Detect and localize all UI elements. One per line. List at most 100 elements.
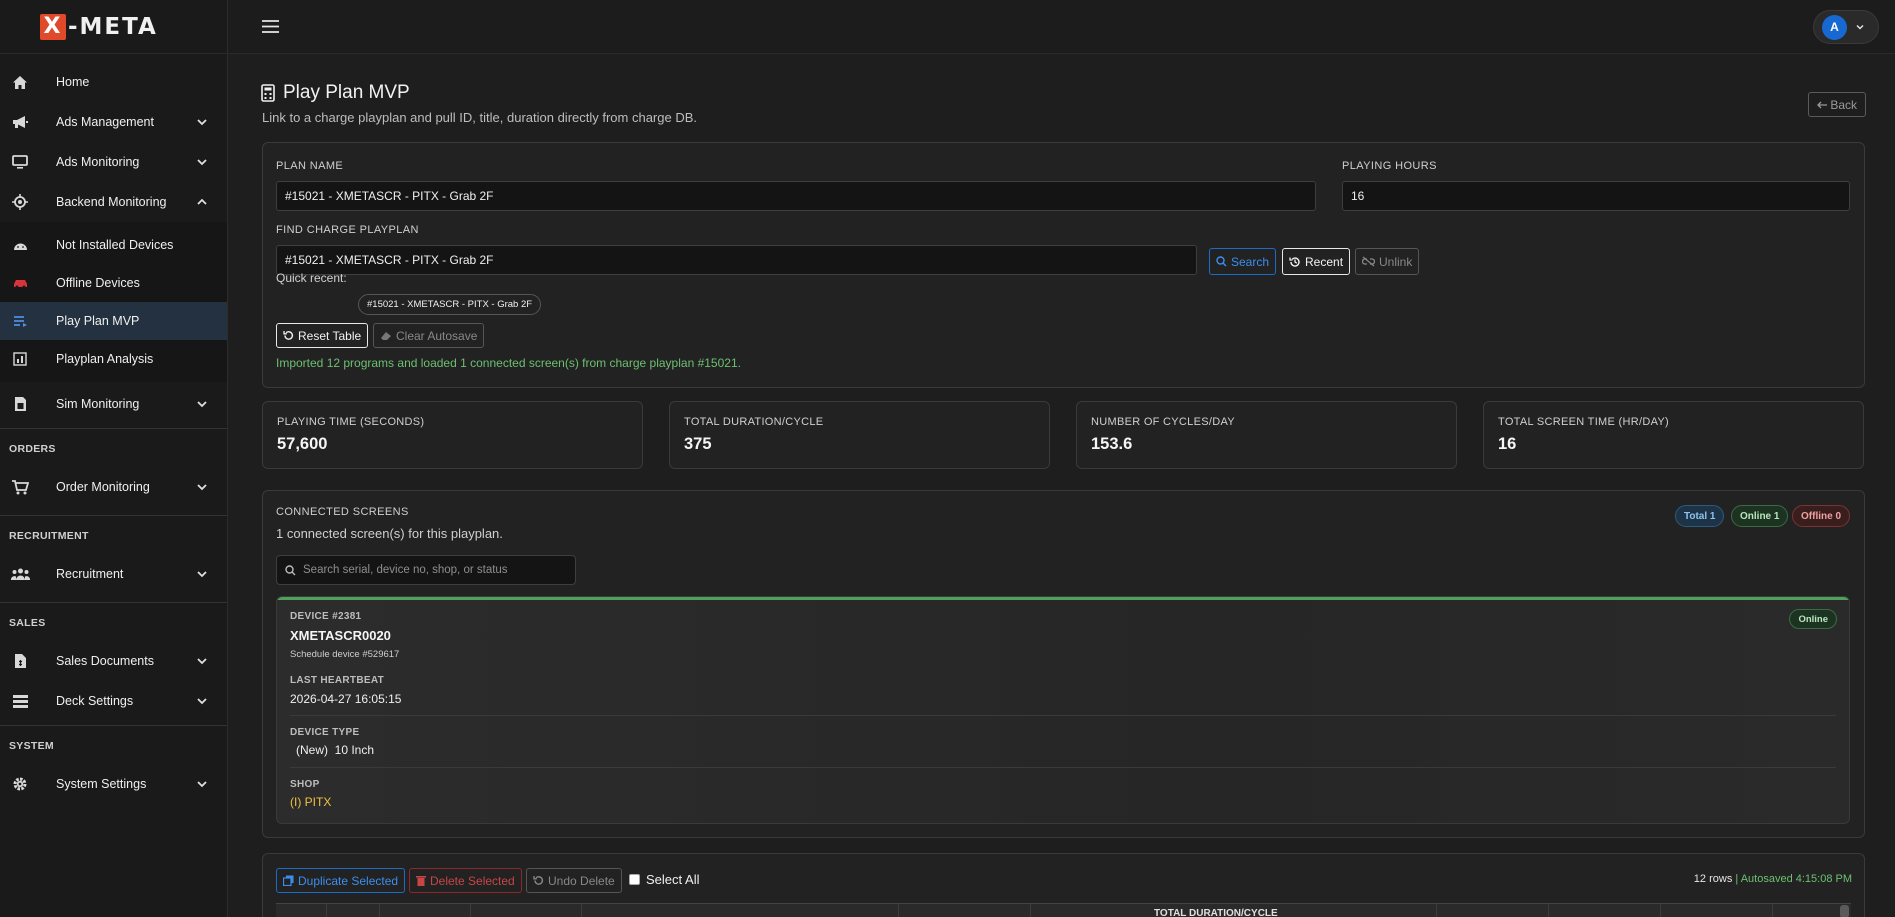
delete-selected-button[interactable]: Delete Selected [409,868,522,893]
sidebar-item-sim-monitoring[interactable]: Sim Monitoring [0,384,227,424]
sidebar-item-ads-management[interactable]: Ads Management [0,102,227,142]
chevron-down-icon [197,571,207,578]
avatar: A [1822,14,1847,40]
delete-label: Delete Selected [430,873,515,888]
back-label: Back [1830,97,1857,112]
duplicate-label: Duplicate Selected [298,873,399,888]
device-type-label: DEVICE TYPE [290,727,360,738]
trash-icon [416,876,426,886]
search-icon [285,564,296,575]
sidebar-item-label: Deck Settings [56,694,134,708]
column-divider [1548,904,1549,917]
backend-submenu: Not Installed Devices Offline Devices Pl… [0,222,227,382]
reset-table-button[interactable]: Reset Table [276,323,369,348]
import-success-message: Imported 12 programs and loaded 1 connec… [276,356,741,370]
screens-search-input[interactable]: Search serial, device no, shop, or statu… [276,555,576,585]
find-playplan-input[interactable]: #15021 - XMETASCR - PITX - Grab 2F [276,245,1197,275]
chevron-down-icon [197,401,207,408]
unlink-label: Unlink [1379,254,1413,269]
sidebar-item-backend-monitoring[interactable]: Backend Monitoring [0,182,227,222]
clear-autosave-button[interactable]: Clear Autosave [373,323,485,348]
section-head-orders: ORDERS [9,443,56,455]
search-label: Search [1231,254,1270,269]
reset-icon [283,331,294,340]
column-divider [326,904,327,917]
divider [290,767,1836,768]
sidebar-item-not-installed-devices[interactable]: Not Installed Devices [0,226,227,264]
sidebar-item-playplan-analysis[interactable]: Playplan Analysis [0,340,227,378]
heartbeat-value: 2026-04-27 16:05:15 [290,692,402,706]
clear-autosave-label: Clear Autosave [396,328,478,343]
user-menu[interactable]: A [1813,10,1879,44]
column-divider [470,904,471,917]
sidebar-item-order-monitoring[interactable]: Order Monitoring [0,467,227,507]
logo-text: -META [68,13,158,40]
stat-title: PLAYING TIME (SECONDS) [277,416,425,428]
sidebar-item-play-plan-mvp[interactable]: Play Plan MVP [0,302,227,340]
search-icon [1216,256,1227,267]
calculator-icon [261,84,275,102]
history-icon [1289,256,1300,267]
sidebar-item-offline-devices[interactable]: Offline Devices [0,264,227,302]
plan-form-card: PLAN NAME #15021 - XMETASCR - PITX - Gra… [262,142,1865,388]
sidebar-item-label: Backend Monitoring [56,195,167,209]
column-divider [1436,904,1437,917]
stat-playing-time: PLAYING TIME (SECONDS) 57,600 [262,401,643,469]
page-subtitle: Link to a charge playplan and pull ID, t… [262,110,698,125]
stat-total-screen-time: TOTAL SCREEN TIME (HR/DAY) 16 [1483,401,1864,469]
program-table-header: TOTAL DURATION/CYCLE [276,903,1851,917]
divider [290,715,1836,716]
quick-recent-label: Quick recent: [276,271,347,285]
quick-recent-chip[interactable]: #15021 - XMETASCR - PITX - Grab 2F [358,294,542,315]
logo-mark: X [40,13,66,40]
sidebar-item-label: System Settings [56,777,147,791]
page-title: Play Plan MVP [261,82,410,104]
sidebar-item-home[interactable]: Home [0,62,227,102]
home-icon [10,72,30,92]
table-status: 12 rows | Autosaved 4:15:08 PM [1694,873,1852,885]
chevron-down-icon [197,658,207,665]
chevron-down-icon [197,484,207,491]
column-header-total-duration[interactable]: TOTAL DURATION/CYCLE [1154,908,1278,917]
stat-title: NUMBER OF CYCLES/DAY [1091,416,1235,428]
device-card[interactable]: DEVICE #2381 XMETASCR0020 Schedule devic… [276,596,1850,824]
select-all-label: Select All [646,872,700,887]
heartbeat-label: LAST HEARTBEAT [290,675,385,686]
device-status-bar [277,597,1849,600]
stat-title: TOTAL SCREEN TIME (HR/DAY) [1498,416,1669,428]
table-scrollbar[interactable] [1840,905,1849,917]
sidebar-item-ads-monitoring[interactable]: Ads Monitoring [0,142,227,182]
sidebar: X -META Home Ads Management Ads Monitori… [0,0,228,917]
status-separator: | [1735,873,1739,885]
brand-logo[interactable]: X -META [40,13,158,40]
chevron-down-icon [1856,24,1864,30]
hamburger-menu-icon[interactable] [262,20,279,33]
chevron-down-icon [197,781,207,788]
recent-label: Recent [1305,254,1344,269]
sidebar-item-label: Order Monitoring [56,480,150,494]
device-schedule: Schedule device #529617 [290,649,400,660]
section-head-sales: SALES [9,617,46,629]
recent-button[interactable]: Recent [1282,248,1351,275]
duplicate-selected-button[interactable]: Duplicate Selected [276,868,406,893]
chevron-down-icon [197,698,207,705]
sidebar-item-system-settings[interactable]: System Settings [0,764,227,804]
column-divider [1660,904,1661,917]
undo-delete-button[interactable]: Undo Delete [526,868,622,893]
stat-cycles-per-day: NUMBER OF CYCLES/DAY 153.6 [1076,401,1457,469]
back-button[interactable]: Back [1808,92,1866,117]
select-all-checkbox[interactable] [629,874,640,885]
unlink-button[interactable]: Unlink [1355,248,1420,275]
page-title-text: Play Plan MVP [283,82,410,103]
autosaved-status: Autosaved 4:15:08 PM [1740,873,1852,885]
plan-name-input[interactable]: #15021 - XMETASCR - PITX - Grab 2F [276,181,1316,211]
megaphone-icon [10,112,30,132]
sim-card-icon [10,394,30,414]
select-all-control[interactable]: Select All [629,872,699,887]
sidebar-item-recruitment[interactable]: Recruitment [0,554,227,594]
playing-hours-input[interactable]: 16 [1342,181,1850,211]
search-button[interactable]: Search [1209,248,1277,275]
sidebar-item-sales-documents[interactable]: Sales Documents [0,641,227,681]
arrow-left-icon [1817,101,1828,108]
sidebar-item-deck-settings[interactable]: Deck Settings [0,681,227,721]
